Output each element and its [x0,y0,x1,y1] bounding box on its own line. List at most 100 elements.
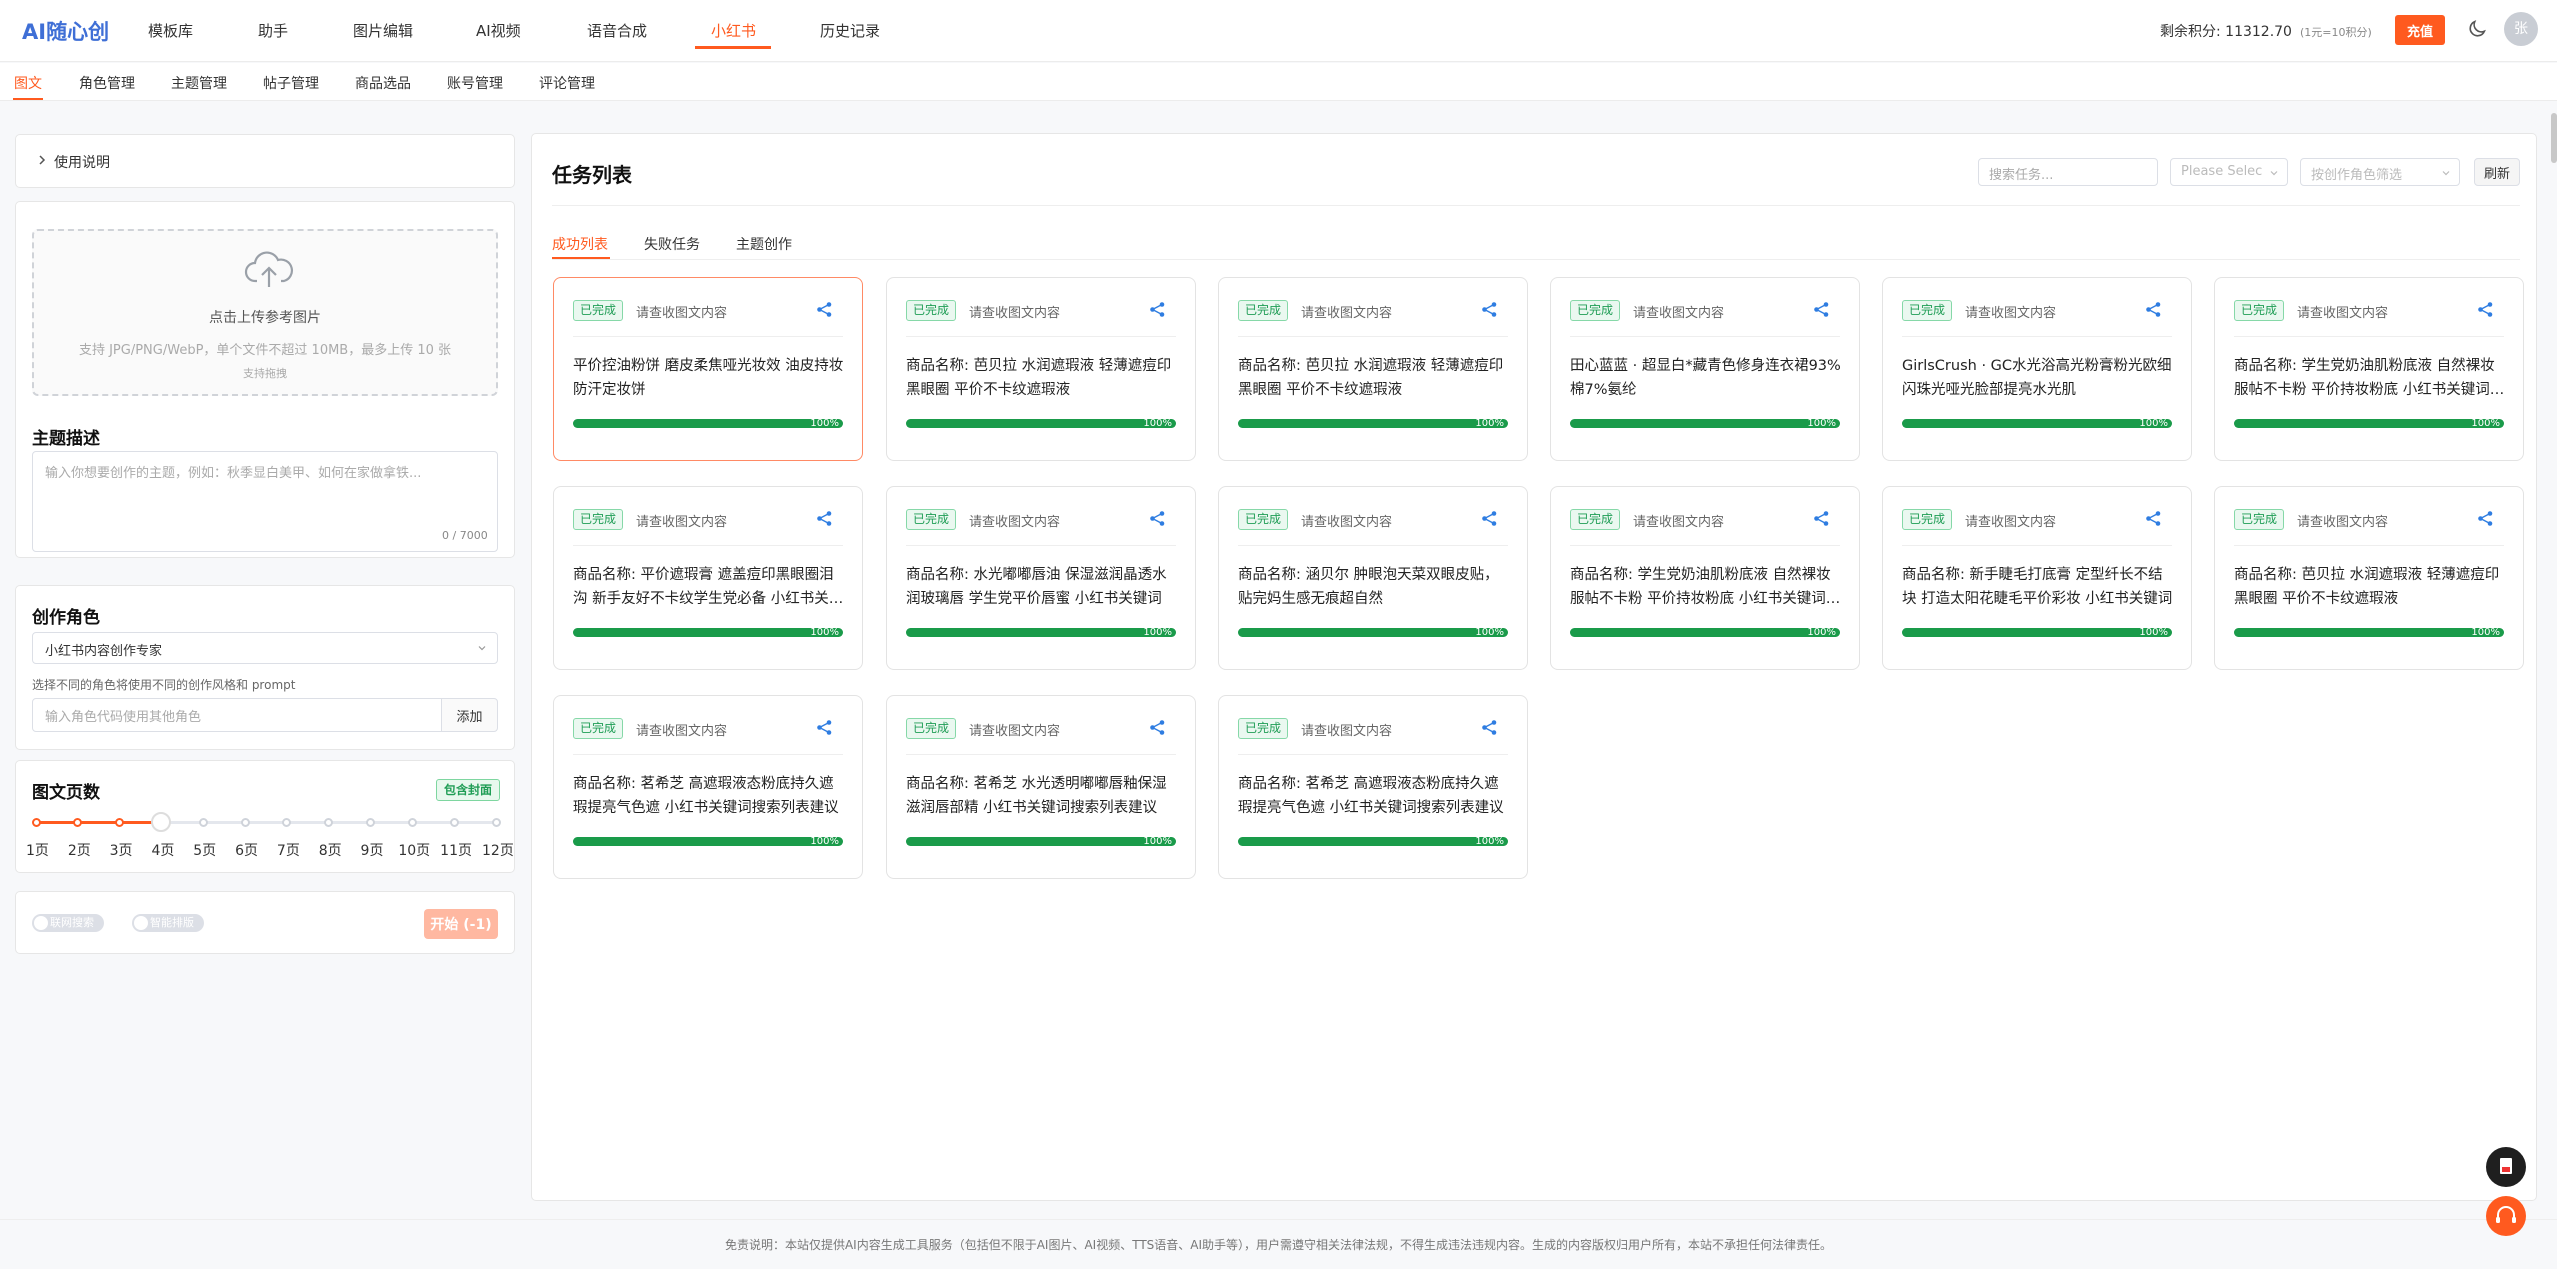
task-card[interactable]: 已完成 请查收图文内容 商品名称: 芭贝拉 水润遮瑕液 轻薄遮痘印黑眼圈 平价不卡纹… [886,277,1196,461]
slider-tick-label[interactable]: 2页 [68,840,91,860]
task-card[interactable]: 已完成 请查收图文内容 商品名称: 学生党奶油肌粉底液 自然裸妆服帖不卡粉 平价持妆… [1550,486,1860,670]
subnav-item-roles[interactable]: 角色管理 [79,73,135,93]
slider-stop[interactable] [282,818,292,827]
share-icon[interactable] [1481,510,1498,527]
share-icon[interactable] [2477,301,2494,318]
share-icon[interactable] [2477,510,2494,527]
card-divider [906,545,1176,546]
slider-tick-label[interactable]: 1页 [26,840,49,860]
slider-tick-label[interactable]: 3页 [110,840,133,860]
task-card[interactable]: 已完成 请查收图文内容 平价控油粉饼 磨皮柔焦哑光妆效 油皮持妆防汗定妆饼 100% [553,277,863,461]
task-card[interactable]: 已完成 请查收图文内容 商品名称: 学生党奶油肌粉底液 自然裸妆服帖不卡粉 平价持妆… [2214,277,2524,461]
status-filter-select[interactable]: Please Selec [2170,158,2288,186]
share-icon[interactable] [816,301,833,318]
nav-item-xiaohongshu[interactable]: 小红书 [711,20,756,41]
topic-textarea[interactable]: 输入你想要创作的主题，例如：秋季显白美甲、如何在家做拿铁... [32,451,498,552]
task-card[interactable]: 已完成 请查收图文内容 商品名称: 水光嘟嘟唇油 保湿滋润晶透水润玻璃唇 学生党平价… [886,486,1196,670]
task-card[interactable]: 已完成 请查收图文内容 商品名称: 平价遮瑕膏 遮盖痘印黑眼圈泪沟 新手友好不卡纹学… [553,486,863,670]
cover-badge[interactable]: 包含封面 [436,779,501,801]
role-filter-select[interactable]: 按创作角色筛选 [2300,158,2460,186]
toggle-knob [134,916,148,930]
subnav-item-graphic[interactable]: 图文 [14,73,42,93]
share-icon[interactable] [1481,719,1498,736]
slider-stop[interactable] [324,818,334,827]
share-icon[interactable] [1149,719,1166,736]
slider-tick-label[interactable]: 4页 [151,840,174,860]
nav-item-assistant[interactable]: 助手 [258,20,288,41]
tab-topic-creation[interactable]: 主题创作 [736,234,792,254]
slider-handle[interactable] [151,812,172,832]
task-search-input[interactable]: 搜索任务... [1978,158,2158,186]
floating-app-button[interactable] [2486,1147,2526,1187]
slider-tick-label[interactable]: 8页 [319,840,342,860]
task-card[interactable]: 已完成 请查收图文内容 商品名称: 茗希芝 高遮瑕液态粉底持久遮瑕提亮气色遮 小红书… [553,695,863,879]
slider-tick-label[interactable]: 12页 [482,840,514,860]
slider-stop[interactable] [73,818,83,827]
slider-stop[interactable] [449,818,459,827]
page-scrollbar[interactable] [2551,113,2557,163]
slider-stop[interactable] [491,818,501,827]
slider-stop[interactable] [198,818,208,827]
share-icon[interactable] [816,719,833,736]
card-divider [1902,336,2172,337]
role-code-input[interactable]: 输入角色代码使用其他角色 [32,698,442,732]
task-card[interactable]: 已完成 请查收图文内容 商品名称: 茗希芝 高遮瑕液态粉底持久遮瑕提亮气色遮 小红书… [1218,695,1528,879]
share-icon[interactable] [816,510,833,527]
refresh-button[interactable]: 刷新 [2474,158,2520,186]
subnav-item-accounts[interactable]: 账号管理 [447,73,503,93]
task-card[interactable]: 已完成 请查收图文内容 商品名称: 芭贝拉 水润遮瑕液 轻薄遮痘印黑眼圈 平价不卡纹… [2214,486,2524,670]
slider-tick-label[interactable]: 11页 [440,840,472,860]
slider-tick-label[interactable]: 5页 [193,840,216,860]
role-dropdown[interactable]: 小红书内容创作专家 [32,632,498,664]
smart-layout-label: 智能排版 [150,916,194,929]
slider-stop[interactable] [366,818,376,827]
nav-item-tts[interactable]: 语音合成 [587,20,647,41]
recharge-button[interactable]: 充值 [2395,15,2445,45]
task-card[interactable]: 已完成 请查收图文内容 商品名称: 芭贝拉 水润遮瑕液 轻薄遮痘印黑眼圈 平价不卡纹… [1218,277,1528,461]
slider-tick-label[interactable]: 9页 [361,840,384,860]
subnav-item-topics[interactable]: 主题管理 [171,73,227,93]
task-card[interactable]: 已完成 请查收图文内容 商品名称: 新手睫毛打底膏 定型纤长不结块 打造太阳花睫毛平… [1882,486,2192,670]
slider-stop[interactable] [407,818,417,827]
add-role-button[interactable]: 添加 [441,698,498,732]
share-icon[interactable] [2145,301,2162,318]
moon-icon[interactable] [2466,18,2488,40]
subnav-item-posts[interactable]: 帖子管理 [263,73,319,93]
slider-tick-label[interactable]: 7页 [277,840,300,860]
tab-success[interactable]: 成功列表 [552,234,608,254]
usage-collapse[interactable]: 使用说明 [15,134,515,188]
slider-stop[interactable] [31,818,41,827]
subnav-item-comments[interactable]: 评论管理 [539,73,595,93]
web-search-toggle[interactable]: 联网搜索 [32,914,104,932]
slider-stop[interactable] [115,818,125,827]
upload-title: 点击上传参考图片 [209,310,321,326]
card-hint: 请查收图文内容 [1965,306,2057,321]
nav-item-history[interactable]: 历史记录 [820,20,880,41]
share-icon[interactable] [1813,301,1830,318]
slider-tick-label[interactable]: 6页 [235,840,258,860]
nav-item-ai-video[interactable]: AI视频 [476,20,521,41]
app-logo[interactable]: AI随心创 [22,16,109,46]
task-card[interactable]: 已完成 请查收图文内容 GirlsCrush · GC水光浴高光粉膏粉光欧细闪珠光哑… [1882,277,2192,461]
smart-layout-toggle[interactable]: 智能排版 [132,914,204,932]
share-icon[interactable] [1149,301,1166,318]
slider-stop[interactable] [240,818,250,827]
tab-failed[interactable]: 失败任务 [644,234,700,254]
start-button[interactable]: 开始 (-1) [424,909,498,939]
user-avatar[interactable]: 张 [2504,12,2538,46]
floating-support-button[interactable] [2486,1196,2526,1236]
share-icon[interactable] [1149,510,1166,527]
progress-bar: 100% [906,627,1176,638]
upload-dropzone[interactable]: 点击上传参考图片 支持 JPG/PNG/WebP，单个文件不超过 10MB，最多… [32,229,498,396]
slider-tick-label[interactable]: 10页 [398,840,430,860]
share-icon[interactable] [2145,510,2162,527]
subnav-item-products[interactable]: 商品选品 [355,73,411,93]
task-card[interactable]: 已完成 请查收图文内容 商品名称: 涵贝尔 肿眼泡天菜双眼皮贴，贴完妈生感无痕超自然… [1218,486,1528,670]
pages-slider[interactable] [31,812,501,832]
nav-item-templates[interactable]: 模板库 [148,20,193,41]
task-card[interactable]: 已完成 请查收图文内容 商品名称: 茗希芝 水光透明嘟嘟唇釉保湿滋润唇部精 小红书关… [886,695,1196,879]
task-card[interactable]: 已完成 请查收图文内容 田心蓝蓝 · 超显白*藏青色修身连衣裙93%棉7%氨纶 100… [1550,277,1860,461]
nav-item-image-edit[interactable]: 图片编辑 [353,20,413,41]
share-icon[interactable] [1813,510,1830,527]
share-icon[interactable] [1481,301,1498,318]
